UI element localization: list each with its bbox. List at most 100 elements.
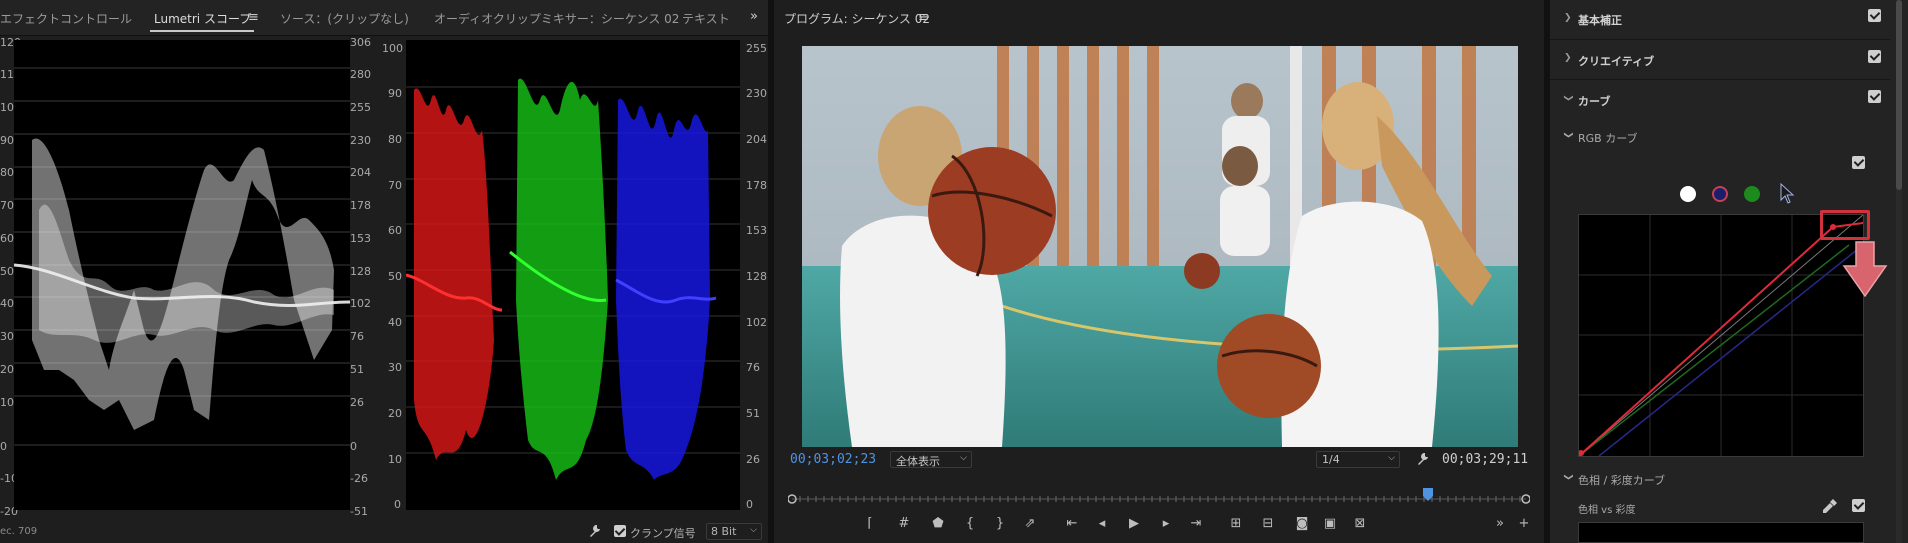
tab-audio-clip-mixer[interactable]: オーディオクリップミキサー：シーケンス 02: [434, 10, 679, 27]
scale-label: 0: [746, 498, 753, 511]
playhead-marker[interactable]: [1422, 488, 1434, 502]
zoom-level-select[interactable]: 全体表示 ⌵: [890, 451, 972, 468]
section-curves[interactable]: ❯ カーブ: [1550, 80, 1890, 120]
hue-vs-sat-enable-checkbox[interactable]: [1852, 499, 1865, 512]
scale-label: 280: [350, 68, 371, 81]
bracket-right-icon[interactable]: }: [990, 514, 1010, 534]
scrollbar-thumb[interactable]: [1896, 0, 1902, 190]
hamburger-icon[interactable]: ≡: [918, 10, 929, 25]
lift-icon[interactable]: ⊞: [1226, 514, 1246, 534]
section-enable-checkbox[interactable]: [1868, 9, 1881, 22]
eyedropper-icon[interactable]: [1822, 498, 1838, 514]
scale-label: 40: [0, 297, 14, 310]
red-channel-dot[interactable]: [1712, 186, 1728, 202]
rgb-curve-enable-checkbox[interactable]: [1852, 156, 1865, 169]
tab-lumetri-scopes[interactable]: Lumetri スコープ: [154, 10, 251, 27]
go-to-out-icon[interactable]: ⇥: [1186, 514, 1206, 534]
mouse-cursor-icon: [1780, 183, 1795, 204]
colorspace-label: ec. 709: [0, 526, 38, 537]
scale-label: 128: [350, 265, 371, 278]
scale-label: 70: [388, 179, 402, 192]
down-arrow-annotation-icon: [1842, 241, 1888, 298]
tab-effect-controls[interactable]: エフェクトコントロール: [0, 10, 132, 27]
scale-label: 60: [0, 232, 14, 245]
playback-resolution-value: 1/4: [1322, 453, 1340, 466]
scale-label: 128: [746, 270, 767, 283]
lumetri-scopes-panel: エフェクトコントロール Lumetri スコープ ≡ ソース：(クリップなし) …: [0, 0, 768, 543]
hue-vs-sat-graph[interactable]: [1578, 522, 1864, 543]
active-tab-indicator: [150, 30, 254, 32]
tab-text[interactable]: テキスト: [682, 10, 730, 27]
zoom-level-value: 全体表示: [896, 455, 940, 468]
mark-in-icon[interactable]: ⌈: [860, 514, 880, 534]
scale-label: 80: [0, 166, 14, 179]
scale-label: 102: [350, 297, 371, 310]
panel-tabbar: エフェクトコントロール Lumetri スコープ ≡ ソース：(クリップなし) …: [0, 0, 768, 36]
export-out-icon[interactable]: ⇗: [1020, 514, 1040, 534]
luma-waveform-graphic: [14, 67, 350, 446]
clamp-signal-label: クランプ信号: [630, 527, 696, 540]
scale-label: -51: [350, 505, 368, 518]
step-back-icon[interactable]: ◂: [1092, 514, 1112, 534]
section-creative[interactable]: ❯ クリエイティブ: [1550, 40, 1890, 80]
green-channel-dot[interactable]: [1744, 186, 1760, 202]
hamburger-icon[interactable]: ≡: [248, 10, 259, 25]
section-title: クリエイティブ: [1578, 55, 1655, 68]
scale-label: 50: [0, 265, 14, 278]
camera-icon[interactable]: ◙: [1292, 514, 1312, 534]
scale-label: 20: [0, 363, 14, 376]
scale-label: 30: [388, 361, 402, 374]
scale-label: 40: [388, 316, 402, 329]
step-forward-icon[interactable]: ▸: [1156, 514, 1176, 534]
scale-label: 255: [746, 42, 767, 55]
rgb-curve-graph[interactable]: [1578, 214, 1864, 457]
play-icon[interactable]: ▶: [1124, 514, 1144, 534]
double-chevron-right-icon[interactable]: »: [1490, 514, 1510, 534]
scale-label: 230: [350, 134, 371, 147]
section-basic-correction[interactable]: ❯ 基本補正: [1550, 0, 1890, 40]
chevron-down-icon[interactable]: ❯: [1563, 473, 1573, 481]
bit-depth-select[interactable]: 8 Bit ⌵: [706, 523, 762, 540]
section-enable-checkbox[interactable]: [1868, 50, 1881, 63]
program-monitor-panel: プログラム: シーケンス 02 ≡ 00;03;02;23 全体表示 ⌵ 1/4…: [774, 0, 1544, 543]
scale-label: 51: [746, 407, 760, 420]
chevron-down-icon[interactable]: ❯: [1563, 131, 1573, 139]
scale-label: 0: [350, 440, 357, 453]
scale-label: 204: [350, 166, 371, 179]
playback-resolution-select[interactable]: 1/4 ⌵: [1316, 451, 1400, 468]
add-marker-icon[interactable]: ⬟: [928, 514, 948, 534]
bracket-left-icon[interactable]: {: [960, 514, 980, 534]
duration-timecode: 00;03;29;11: [1442, 452, 1529, 467]
program-monitor-title[interactable]: プログラム: シーケンス 02: [784, 10, 930, 27]
scale-label: 30: [0, 330, 14, 343]
go-to-in-icon[interactable]: ⇤: [1062, 514, 1082, 534]
wrench-icon[interactable]: [1416, 452, 1430, 466]
double-chevron-right-icon[interactable]: »: [750, 9, 758, 24]
vr-icon[interactable]: ⊠: [1350, 514, 1370, 534]
comparison-view-icon[interactable]: ▣: [1320, 514, 1340, 534]
section-enable-checkbox[interactable]: [1868, 90, 1881, 103]
scale-label: 153: [746, 224, 767, 237]
scale-label: 26: [746, 453, 760, 466]
wrench-icon[interactable]: [588, 524, 602, 538]
clamp-signal-checkbox[interactable]: [614, 525, 626, 537]
scale-label: 70: [0, 199, 14, 212]
scale-label: 102: [746, 316, 767, 329]
mini-timeline-ruler[interactable]: [787, 488, 1531, 504]
playhead-timecode[interactable]: 00;03;02;23: [790, 452, 876, 467]
scale-label: 0: [394, 498, 401, 511]
timeline-ruler-graphic: [787, 494, 1531, 504]
mark-out-grid-icon[interactable]: #: [894, 514, 914, 534]
extract-icon[interactable]: ⊟: [1258, 514, 1278, 534]
hue-saturation-curves-label: 色相 / 彩度カーブ: [1578, 474, 1666, 487]
scale-label: 20: [388, 407, 402, 420]
transport-controls: ⌈ # ⬟ { } ⇗ ⇤ ◂ ▶ ▸ ⇥ ⊞ ⊟ ◙ ▣ ⊠ » +: [774, 514, 1544, 536]
video-frame[interactable]: [802, 46, 1518, 447]
add-button-icon[interactable]: +: [1514, 514, 1534, 534]
chevron-down-icon: ❯: [1562, 94, 1573, 102]
tab-source[interactable]: ソース：(クリップなし): [280, 10, 409, 27]
scale-label: 153: [350, 232, 371, 245]
scale-label: 178: [350, 199, 371, 212]
white-channel-dot[interactable]: [1680, 186, 1696, 202]
lumetri-color-panel: ❯ 基本補正 ❯ クリエイティブ ❯ カーブ ❯ RGB カーブ ❯ 色相 / …: [1550, 0, 1908, 543]
